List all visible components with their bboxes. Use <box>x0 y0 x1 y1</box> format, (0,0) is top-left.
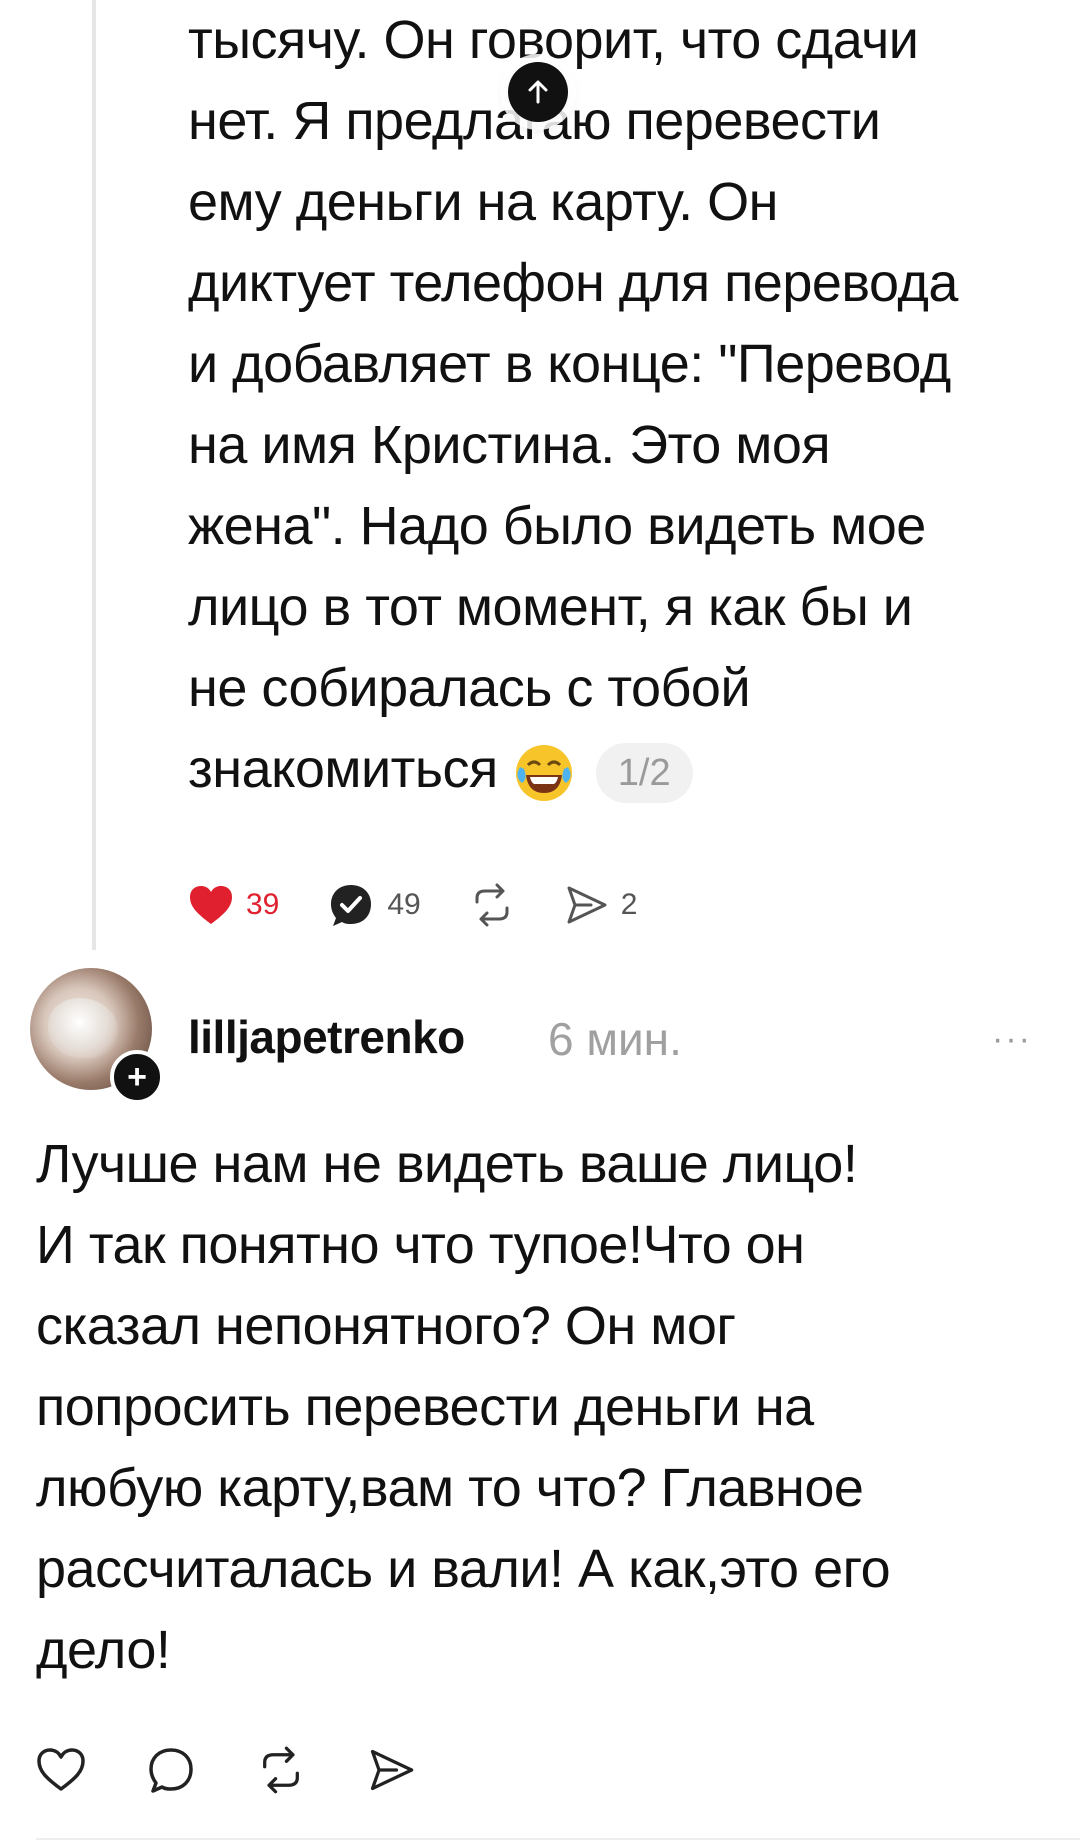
comment-line: знакомиться <box>188 739 498 799</box>
comment-line: не собиралась с тобой <box>188 658 751 718</box>
share-count: 2 <box>620 888 638 921</box>
comment-line: попросить перевести деньги на <box>36 1377 814 1437</box>
comment-line: жена". Надо было видеть мое <box>188 496 926 556</box>
thread-connector-line <box>92 0 96 950</box>
reply-actions <box>36 1745 476 1795</box>
parent-comment-text: тысячу. Он говорит, что сдачи нет. Я пре… <box>188 0 1068 810</box>
reply-comment-text: Лучше нам не видеть ваше лицо! И так пон… <box>36 1124 1056 1691</box>
plus-icon: + <box>127 1058 147 1096</box>
username[interactable]: lilljapetrenko <box>188 1010 465 1064</box>
scroll-to-top-button[interactable] <box>508 62 568 122</box>
like-button[interactable]: 39 <box>188 884 279 926</box>
comment-line: дело! <box>36 1620 171 1680</box>
comment-icon <box>149 1748 193 1793</box>
arrow-up-icon <box>528 80 548 104</box>
comment-line: лицо в тот момент, я как бы и <box>188 577 913 637</box>
like-button[interactable] <box>36 1747 86 1793</box>
comment-line: и добавляет в конце: "Перевод <box>188 334 951 394</box>
repost-button[interactable] <box>256 1745 306 1795</box>
timestamp: 6 мин. <box>548 1013 682 1065</box>
heart-filled-icon <box>190 886 232 924</box>
send-icon <box>370 1749 414 1791</box>
share-button[interactable] <box>366 1745 416 1795</box>
like-count: 39 <box>246 888 280 921</box>
comment-line: на имя Кристина. Это моя <box>188 415 831 475</box>
reply-count: 49 <box>387 888 421 921</box>
reply-button[interactable] <box>146 1745 196 1795</box>
comment-line: тысячу. Он говорит, что сдачи <box>188 10 919 70</box>
comment-last-line: знакомиться 1/2 <box>188 729 1068 810</box>
page-indicator-badge: 1/2 <box>595 742 693 803</box>
laughing-crying-emoji-icon <box>515 744 572 801</box>
repost-button[interactable] <box>469 882 515 928</box>
comment-line: нет. Я предлагаю перевести <box>188 91 881 151</box>
heart-outline-icon <box>37 1748 85 1791</box>
follow-plus-button[interactable]: + <box>110 1050 164 1104</box>
repost-icon <box>263 1746 299 1794</box>
send-icon <box>567 886 607 924</box>
parent-comment-actions: 39 49 2 <box>188 880 685 930</box>
share-button[interactable]: 2 <box>563 882 638 928</box>
comment-line: ему деньги на карту. Он <box>188 172 778 232</box>
reply-button[interactable]: 49 <box>327 881 421 929</box>
comment-line: И так понятно что тупое!Что он <box>36 1215 805 1275</box>
comment-line: любую карту,вам то что? Главное <box>36 1458 864 1518</box>
replied-comment-icon <box>331 885 372 926</box>
divider <box>36 1838 1080 1840</box>
repost-icon <box>475 883 509 927</box>
comment-line: диктует телефон для перевода <box>188 253 958 313</box>
comment-line: Лучше нам не видеть ваше лицо! <box>36 1134 858 1194</box>
more-options-button[interactable]: ··· <box>992 1020 1032 1059</box>
comment-line: рассчиталась и вали! А как,это его <box>36 1539 891 1599</box>
comment-line: сказал непонятного? Он мог <box>36 1296 736 1356</box>
